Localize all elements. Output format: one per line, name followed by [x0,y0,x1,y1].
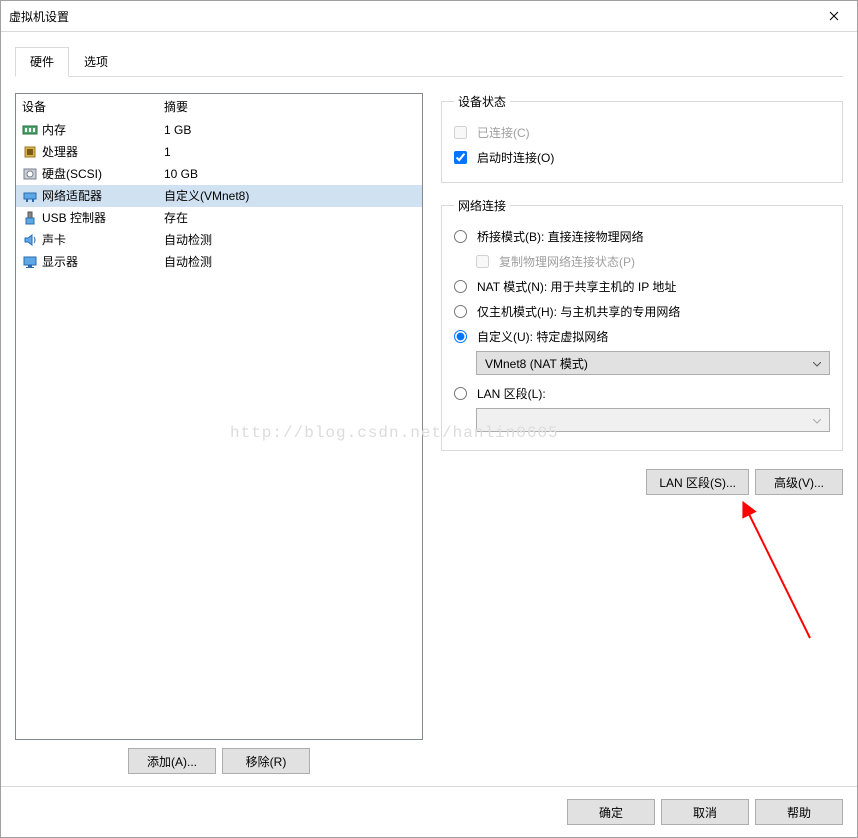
left-pane: 设备 摘要 内存 1 GB 处理器 1 硬盘(SCSI) 10 GB 网络适配器 自定义(VM… [15,93,423,776]
device-name: 硬盘(SCSI) [42,165,102,183]
advanced-button[interactable]: 高级(V)... [755,469,843,495]
device-summary: 存在 [164,209,422,227]
hostonly-label: 仅主机模式(H): 与主机共享的专用网络 [477,303,680,320]
device-name: 处理器 [42,143,78,161]
connected-checkbox [454,126,467,139]
device-name: 网络适配器 [42,187,102,205]
device-list-header: 设备 摘要 [16,94,422,119]
network-connection-group: 网络连接 桥接模式(B): 直接连接物理网络 复制物理网络连接状态(P) NAT… [441,197,843,451]
lan-segment-radio[interactable] [454,387,467,400]
memory-icon [22,122,38,138]
close-icon [829,11,839,21]
cpu-icon [22,144,38,160]
vm-settings-window: 虚拟机设置 硬件 选项 设备 摘要 内存 1 GB 处理器 1 硬盘(SCSI) 10 G… [0,0,858,838]
add-button[interactable]: 添加(A)... [128,748,216,774]
device-name: 内存 [42,121,66,139]
device-name: 声卡 [42,231,66,249]
connected-label: 已连接(C) [477,124,530,141]
nat-label: NAT 模式(N): 用于共享主机的 IP 地址 [477,278,676,295]
disk-icon [22,166,38,182]
device-row[interactable]: 网络适配器 自定义(VMnet8) [16,185,422,207]
hostonly-radio[interactable] [454,305,467,318]
left-button-row: 添加(A)... 移除(R) [15,748,423,776]
custom-network-select[interactable]: VMnet8 (NAT 模式) [476,351,830,375]
lan-segment-radio-row[interactable]: LAN 区段(L): [454,381,830,406]
network-icon [22,188,38,204]
footer: 确定 取消 帮助 [1,786,857,837]
device-list[interactable]: 设备 摘要 内存 1 GB 处理器 1 硬盘(SCSI) 10 GB 网络适配器 自定义(VM… [15,93,423,740]
connect-poweron-row[interactable]: 启动时连接(O) [454,145,830,170]
replicate-label: 复制物理网络连接状态(P) [499,253,635,270]
device-name: 显示器 [42,253,78,271]
bridged-radio-row[interactable]: 桥接模式(B): 直接连接物理网络 [454,224,830,249]
header-summary: 摘要 [164,98,188,115]
connect-poweron-label: 启动时连接(O) [477,149,554,166]
network-connection-legend: 网络连接 [454,197,510,214]
hostonly-radio-row[interactable]: 仅主机模式(H): 与主机共享的专用网络 [454,299,830,324]
device-summary: 10 GB [164,165,422,183]
device-row[interactable]: 显示器 自动检测 [16,251,422,273]
right-pane: 设备状态 已连接(C) 启动时连接(O) 网络连接 桥接模式(B): 直接连接物… [441,93,843,776]
lan-segment-label: LAN 区段(L): [477,385,546,402]
replicate-checkbox [476,255,489,268]
chevron-down-icon [813,356,821,370]
device-summary: 1 [164,143,422,161]
device-summary: 自定义(VMnet8) [164,187,422,205]
device-row[interactable]: 声卡 自动检测 [16,229,422,251]
chevron-down-icon [813,413,821,427]
close-button[interactable] [811,1,857,31]
cancel-button[interactable]: 取消 [661,799,749,825]
device-row[interactable]: 内存 1 GB [16,119,422,141]
device-summary: 1 GB [164,121,422,139]
bridged-radio[interactable] [454,230,467,243]
bridged-label: 桥接模式(B): 直接连接物理网络 [477,228,644,245]
nat-radio[interactable] [454,280,467,293]
window-title: 虚拟机设置 [9,8,811,25]
custom-label: 自定义(U): 特定虚拟网络 [477,328,608,345]
device-row[interactable]: 硬盘(SCSI) 10 GB [16,163,422,185]
device-name: USB 控制器 [42,209,106,227]
device-row[interactable]: 处理器 1 [16,141,422,163]
lan-segment-select [476,408,830,432]
device-summary: 自动检测 [164,253,422,271]
remove-button[interactable]: 移除(R) [222,748,310,774]
custom-radio[interactable] [454,330,467,343]
device-summary: 自动检测 [164,231,422,249]
header-device: 设备 [22,98,164,115]
tabstrip: 硬件 选项 [1,32,857,77]
right-button-row: LAN 区段(S)... 高级(V)... [441,469,843,495]
tab-hardware[interactable]: 硬件 [15,47,69,77]
connected-checkbox-row: 已连接(C) [454,120,830,145]
content-area: 设备 摘要 内存 1 GB 处理器 1 硬盘(SCSI) 10 GB 网络适配器 自定义(VM… [1,77,857,786]
titlebar: 虚拟机设置 [1,1,857,32]
device-row[interactable]: USB 控制器 存在 [16,207,422,229]
connect-poweron-checkbox[interactable] [454,151,467,164]
nat-radio-row[interactable]: NAT 模式(N): 用于共享主机的 IP 地址 [454,274,830,299]
device-status-group: 设备状态 已连接(C) 启动时连接(O) [441,93,843,183]
help-button[interactable]: 帮助 [755,799,843,825]
custom-radio-row[interactable]: 自定义(U): 特定虚拟网络 [454,324,830,349]
replicate-row: 复制物理网络连接状态(P) [476,249,830,274]
custom-network-value: VMnet8 (NAT 模式) [485,355,588,372]
device-status-legend: 设备状态 [454,93,510,110]
ok-button[interactable]: 确定 [567,799,655,825]
usb-icon [22,210,38,226]
lan-segments-button[interactable]: LAN 区段(S)... [646,469,749,495]
display-icon [22,254,38,270]
tab-options[interactable]: 选项 [69,47,123,77]
sound-icon [22,232,38,248]
